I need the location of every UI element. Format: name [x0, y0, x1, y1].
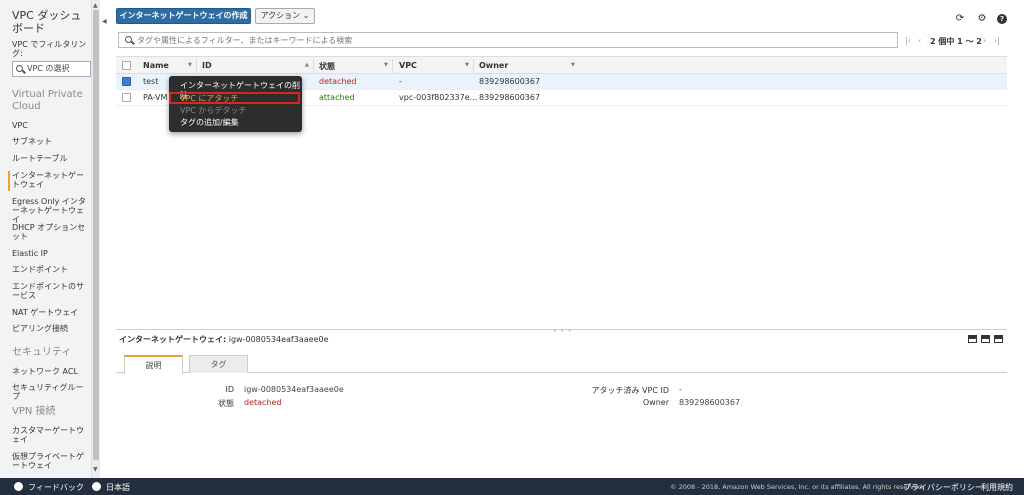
sidebar-item-internet-gateways[interactable]: インターネットゲートウェイ	[12, 171, 90, 189]
filter-bar[interactable]	[118, 32, 898, 48]
first-page-icon[interactable]: |‹	[905, 36, 911, 45]
detail-owner-value: 839298600367	[679, 398, 741, 407]
search-icon	[16, 65, 23, 72]
column-header-vpc[interactable]: VPC	[399, 61, 417, 70]
detail-id-key: ID	[225, 385, 234, 394]
next-page-icon[interactable]: ›	[983, 36, 986, 45]
row-owner: 839298600367	[479, 93, 541, 102]
detail-title-label: インターネットゲートウェイ:	[119, 335, 227, 344]
actions-context-menu: インターネットゲートウェイの削除 VPC にアタッチ VPC からデタッチ タグ…	[169, 76, 302, 132]
row-vpc: -	[399, 77, 402, 86]
sidebar-scrollbar[interactable]: ▲ ▼	[92, 0, 100, 478]
layout-bottom-icon[interactable]	[968, 335, 977, 343]
copyright-text: © 2008 - 2018, Amazon Web Services, Inc.…	[670, 483, 925, 491]
language-selector[interactable]: 日本語	[106, 482, 130, 493]
detail-id-value: igw-0080534eaf3aaee0e	[244, 385, 344, 394]
actions-button[interactable]: アクション ⌄	[255, 8, 315, 24]
layout-split-icon[interactable]	[981, 335, 990, 343]
sidebar-item-endpoints[interactable]: エンドポイント	[12, 265, 90, 274]
tab-tags[interactable]: タグ	[189, 355, 248, 373]
detail-state-key: 状態	[218, 399, 234, 408]
create-internet-gateway-button[interactable]: インターネットゲートウェイの作成	[116, 8, 251, 24]
sidebar-item-dhcp-options[interactable]: DHCP オプションセット	[12, 223, 90, 241]
column-separator	[196, 59, 197, 73]
sidebar-item-vpc[interactable]: VPC	[12, 121, 90, 130]
column-header-id[interactable]: ID	[202, 61, 212, 70]
table-header: Name ▼ ID ▲ 状態 ▼ VPC ▼ Owner ▼	[116, 56, 1007, 74]
sidebar-item-security-groups[interactable]: セキュリティグループ	[12, 383, 90, 401]
search-icon	[125, 36, 132, 43]
sort-icon[interactable]: ▼	[571, 62, 575, 68]
sidebar-section-vpc: Virtual Private Cloud	[12, 89, 83, 112]
row-checkbox[interactable]	[122, 77, 131, 86]
sort-icon[interactable]: ▼	[465, 62, 469, 68]
footer: フィードバック 日本語 © 2008 - 2018, Amazon Web Se…	[0, 478, 1024, 495]
sidebar-title[interactable]: VPC ダッシュボード	[12, 9, 90, 35]
row-checkbox[interactable]	[122, 93, 131, 102]
tab-description[interactable]: 説明	[124, 355, 183, 374]
detail-title: インターネットゲートウェイ: igw-0080534eaf3aaee0e	[119, 334, 329, 345]
splitter-grip-icon[interactable]: • • •	[553, 328, 572, 335]
sidebar-item-endpoint-services[interactable]: エンドポイントのサービス	[12, 282, 90, 300]
sidebar-section-vpn: VPN 接続	[12, 406, 56, 417]
detail-owner-key: Owner	[642, 398, 669, 407]
sidebar: VPC ダッシュボード VPC でフィルタリング: VPC の選択 Virtua…	[0, 0, 92, 478]
layout-full-icon[interactable]	[994, 335, 1003, 343]
detail-state-value: detached	[244, 398, 282, 407]
detail-attached-vpc-key: アタッチ済み VPC ID	[591, 386, 670, 395]
row-state: attached	[319, 93, 355, 102]
sidebar-section-security: セキュリティ	[12, 347, 72, 358]
column-separator	[392, 59, 393, 73]
terms-link[interactable]: 利用規約	[981, 482, 1013, 493]
sidebar-item-nat-gateways[interactable]: NAT ゲートウェイ	[12, 308, 90, 317]
refresh-icon[interactable]: ⟳	[955, 14, 965, 24]
help-icon[interactable]: ?	[997, 14, 1007, 24]
sidebar-item-peering[interactable]: ピアリング接続	[12, 324, 90, 333]
feedback-icon[interactable]	[14, 482, 23, 491]
sort-icon[interactable]: ▲	[305, 62, 309, 68]
sort-icon[interactable]: ▼	[384, 62, 388, 68]
vpc-filter-value: VPC の選択	[27, 64, 70, 73]
column-separator	[313, 59, 314, 73]
scroll-down-icon[interactable]: ▼	[93, 466, 98, 473]
sidebar-item-egress-only-gateways[interactable]: Egress Only インターネットゲートウェイ	[12, 197, 90, 224]
row-name: PA-VM	[143, 93, 168, 102]
sort-icon[interactable]: ▼	[188, 62, 192, 68]
row-state: detached	[319, 77, 357, 86]
feedback-link[interactable]: フィードバック	[28, 482, 84, 493]
column-header-name[interactable]: Name	[143, 61, 169, 70]
sidebar-active-indicator	[8, 171, 10, 191]
menu-item-edit-tags[interactable]: タグの追加/編集	[180, 118, 239, 128]
detail-title-value: igw-0080534eaf3aaee0e	[228, 335, 329, 344]
sidebar-item-customer-gateways[interactable]: カスタマーゲートウェイ	[12, 426, 90, 444]
pager-text: 2 個中 1 ～ 2	[930, 37, 982, 46]
row-vpc[interactable]: vpc-003f802337e...	[399, 93, 477, 102]
scroll-up-icon[interactable]: ▲	[93, 2, 98, 9]
menu-item-attach-vpc[interactable]: VPC にアタッチ	[180, 94, 238, 104]
column-separator	[473, 59, 474, 73]
row-owner: 839298600367	[479, 77, 541, 86]
collapse-sidebar-icon[interactable]: ◀	[102, 18, 107, 25]
sidebar-item-network-acl[interactable]: ネットワーク ACL	[12, 367, 90, 376]
select-all-checkbox[interactable]	[122, 61, 131, 70]
last-page-icon[interactable]: ›|	[994, 36, 1000, 45]
privacy-link[interactable]: プライバシーポリシー	[903, 482, 983, 493]
sidebar-item-subnets[interactable]: サブネット	[12, 137, 90, 146]
detail-attached-vpc-value: -	[679, 385, 682, 394]
sidebar-scroll-thumb[interactable]	[93, 10, 99, 460]
sidebar-item-elastic-ip[interactable]: Elastic IP	[12, 249, 90, 258]
gear-icon[interactable]: ⚙	[977, 14, 987, 24]
vpc-filter-select[interactable]: VPC の選択	[12, 61, 91, 77]
menu-item-detach-vpc: VPC からデタッチ	[180, 106, 247, 115]
sidebar-item-route-tables[interactable]: ルートテーブル	[12, 154, 90, 163]
column-header-owner[interactable]: Owner	[479, 61, 508, 70]
tabs-divider	[116, 372, 1007, 373]
prev-page-icon[interactable]: ‹	[918, 36, 921, 45]
row-name: test	[143, 77, 159, 86]
globe-icon[interactable]	[92, 482, 101, 491]
sidebar-item-virtual-private-gateways[interactable]: 仮想プライベートゲートウェイ	[12, 452, 90, 470]
sidebar-filter-label: VPC でフィルタリング:	[12, 40, 87, 58]
column-header-state[interactable]: 状態	[319, 61, 335, 72]
filter-input[interactable]	[137, 34, 887, 46]
